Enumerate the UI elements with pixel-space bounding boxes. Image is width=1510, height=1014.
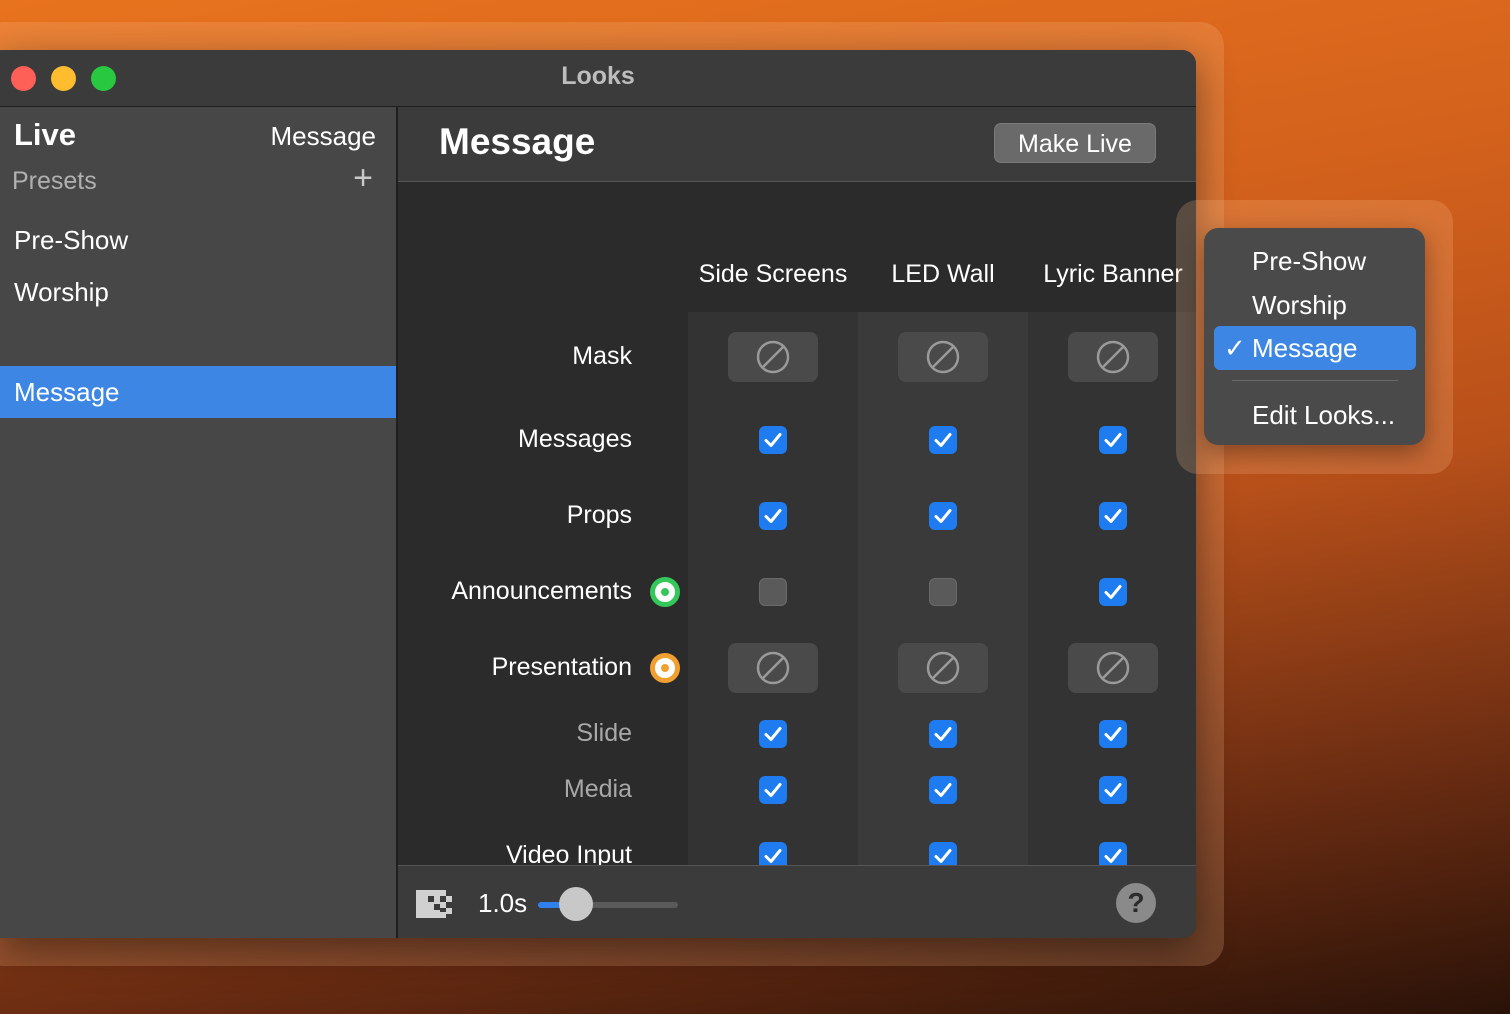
announcements-checkbox-led-wall[interactable] — [929, 578, 957, 606]
prohibited-icon — [756, 651, 790, 685]
checkmark-icon — [764, 433, 782, 447]
props-checkbox-led-wall[interactable] — [929, 502, 957, 530]
checkmark-icon — [934, 509, 952, 523]
checkmark-icon — [1104, 509, 1122, 523]
prohibited-icon — [1096, 651, 1130, 685]
menu-item-label: Worship — [1252, 290, 1347, 320]
props-checkbox-side-screens[interactable] — [759, 502, 787, 530]
checkerboard-transition-icon[interactable] — [416, 890, 452, 918]
row-label-messages: Messages — [518, 425, 632, 453]
slide-checkbox-lyric-banner[interactable] — [1099, 720, 1127, 748]
checkmark-icon — [764, 783, 782, 797]
prohibited-icon — [926, 340, 960, 374]
menu-item-message[interactable]: ✓ Message — [1214, 326, 1416, 370]
checkmark-icon: ✓ — [1224, 333, 1246, 363]
row-label-props: Props — [566, 501, 632, 529]
page-title: Message — [439, 121, 596, 162]
footer-bar: 1.0s ? — [398, 865, 1196, 938]
sidebar-item-message[interactable]: Message — [0, 366, 396, 418]
live-current-look: Message — [270, 121, 377, 151]
row-label-slide: Slide — [576, 719, 632, 747]
checkmark-icon — [1104, 849, 1122, 863]
orange-target-icon[interactable] — [650, 653, 680, 683]
checkmark-icon — [934, 849, 952, 863]
green-target-icon[interactable] — [650, 577, 680, 607]
menu-item-pre-show[interactable]: Pre-Show — [1214, 239, 1416, 283]
checkmark-icon — [1104, 727, 1122, 741]
checkmark-icon — [934, 727, 952, 741]
presets-label: Presets — [12, 167, 97, 195]
row-label-mask: Mask — [572, 342, 632, 370]
row-label-media: Media — [563, 775, 632, 803]
title-bar: Looks — [0, 50, 1196, 107]
menu-item-worship[interactable]: Worship — [1214, 283, 1416, 327]
main-panel: Message Make Live Side Screens LED Wall … — [398, 107, 1196, 938]
menu-separator — [1232, 380, 1398, 381]
announcements-checkbox-lyric-banner[interactable] — [1099, 578, 1127, 606]
looks-popup-menu: Pre-Show Worship ✓ Message Edit Looks... — [1204, 228, 1425, 445]
window-title: Looks — [561, 62, 635, 90]
add-preset-button[interactable]: + — [348, 161, 378, 195]
props-checkbox-lyric-banner[interactable] — [1099, 502, 1127, 530]
checkmark-icon — [764, 509, 782, 523]
checkmark-icon — [934, 433, 952, 447]
mask-none-button-side-screens[interactable] — [728, 332, 818, 382]
prohibited-icon — [926, 651, 960, 685]
row-label-presentation: Presentation — [491, 653, 632, 681]
presentation-none-button-led-wall[interactable] — [898, 643, 988, 693]
media-checkbox-lyric-banner[interactable] — [1099, 776, 1127, 804]
checkmark-icon — [764, 727, 782, 741]
messages-checkbox-side-screens[interactable] — [759, 426, 787, 454]
column-header-side-screens: Side Screens — [698, 260, 848, 288]
column-header-lyric-banner: Lyric Banner — [1043, 260, 1183, 288]
help-button[interactable]: ? — [1116, 883, 1156, 923]
make-live-button[interactable]: Make Live — [994, 123, 1156, 163]
media-checkbox-side-screens[interactable] — [759, 776, 787, 804]
live-title: Live — [14, 117, 77, 152]
slider-thumb[interactable] — [559, 887, 593, 921]
mask-none-button-lyric-banner[interactable] — [1068, 332, 1158, 382]
sidebar-item-pre-show[interactable]: Pre-Show — [0, 214, 396, 266]
announcements-checkbox-side-screens[interactable] — [759, 578, 787, 606]
looks-window: Looks Live Message Presets + Pre-Show Wo… — [0, 50, 1196, 938]
main-header: Message Make Live — [398, 107, 1196, 182]
media-checkbox-led-wall[interactable] — [929, 776, 957, 804]
transition-duration: 1.0s — [478, 888, 528, 918]
checkmark-icon — [1104, 433, 1122, 447]
menu-item-edit-looks[interactable]: Edit Looks... — [1214, 393, 1416, 437]
mask-none-button-led-wall[interactable] — [898, 332, 988, 382]
menu-item-label: Edit Looks... — [1252, 400, 1396, 430]
messages-checkbox-led-wall[interactable] — [929, 426, 957, 454]
sidebar-item-worship[interactable]: Worship — [0, 266, 396, 318]
menu-item-label: Message — [1252, 333, 1358, 363]
presentation-none-button-side-screens[interactable] — [728, 643, 818, 693]
slide-checkbox-led-wall[interactable] — [929, 720, 957, 748]
sidebar: Live Message Presets + Pre-Show Worship … — [0, 107, 398, 938]
checkmark-icon — [1104, 783, 1122, 797]
column-header-led-wall: LED Wall — [891, 260, 995, 288]
row-label-announcements: Announcements — [451, 577, 632, 605]
slide-checkbox-side-screens[interactable] — [759, 720, 787, 748]
checkmark-icon — [1104, 585, 1122, 599]
presentation-none-button-lyric-banner[interactable] — [1068, 643, 1158, 693]
prohibited-icon — [756, 340, 790, 374]
prohibited-icon — [1096, 340, 1130, 374]
menu-item-label: Pre-Show — [1252, 246, 1367, 276]
messages-checkbox-lyric-banner[interactable] — [1099, 426, 1127, 454]
checkmark-icon — [934, 783, 952, 797]
checkmark-icon — [764, 849, 782, 863]
